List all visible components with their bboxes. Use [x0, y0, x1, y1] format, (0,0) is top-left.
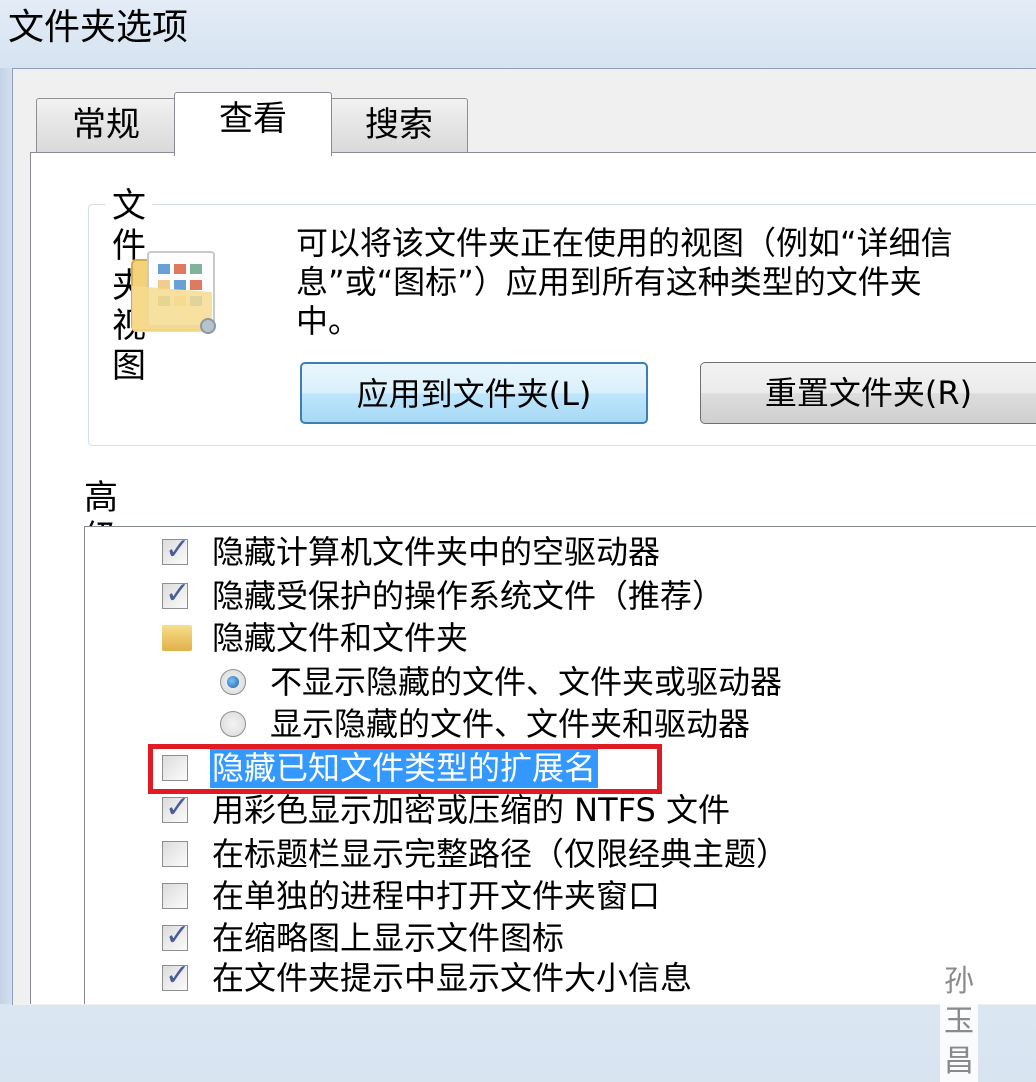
list-item-label: 隐藏计算机文件夹中的空驱动器 — [212, 533, 661, 571]
list-item-label: 在单独的进程中打开文件夹窗口 — [212, 877, 661, 915]
list-item-label: 在缩略图上显示文件图标 — [212, 919, 565, 957]
tab-search-label: 搜索 — [365, 105, 433, 145]
checkbox-checked[interactable]: ✓ — [162, 532, 190, 567]
description-line: 息”或“图标”）应用到所有这种类型的文件夹 — [296, 263, 922, 301]
apply-to-folders-button[interactable]: 应用到文件夹(L) — [300, 362, 648, 424]
title-bar: 文件夹选项 — [0, 0, 1036, 68]
description-line: 可以将该文件夹正在使用的视图（例如“详细信 — [296, 224, 953, 262]
tab-general-label: 常规 — [72, 105, 140, 145]
checkbox-checked[interactable]: ✓ — [162, 918, 190, 953]
list-item-label: 在标题栏显示完整路径（仅限经典主题） — [212, 835, 789, 873]
checkbox-unchecked[interactable] — [162, 883, 188, 909]
list-item-label: 不显示隐藏的文件、文件夹或驱动器 — [270, 663, 783, 701]
window-title: 文件夹选项 — [8, 7, 189, 48]
list-item-label: 显示隐藏的文件、文件夹和驱动器 — [270, 705, 751, 743]
window-frame — [0, 68, 12, 1004]
folder-icon — [162, 625, 192, 651]
tab-general[interactable]: 常规 — [36, 98, 176, 154]
checkbox-checked[interactable]: ✓ — [162, 958, 190, 993]
tab-view[interactable]: 查看 — [174, 92, 332, 156]
list-item-label: 用彩色显示加密或压缩的 NTFS 文件 — [212, 791, 730, 829]
list-item-label: 在文件夹提示中显示文件大小信息 — [212, 959, 693, 997]
tab-search[interactable]: 搜索 — [330, 98, 468, 154]
checkbox-unchecked[interactable] — [162, 841, 188, 867]
folder-views-description: 可以将该文件夹正在使用的视图（例如“详细信 息”或“图标”）应用到所有这种类型的… — [296, 224, 1036, 341]
checkbox-checked[interactable]: ✓ — [162, 576, 190, 611]
folder-views-icon — [131, 251, 216, 334]
annotation-highlight-box — [148, 744, 662, 794]
tab-view-label: 查看 — [219, 99, 287, 139]
radio-unselected[interactable] — [220, 711, 246, 737]
watermark-text: 孙玉昌 — [940, 962, 978, 1082]
radio-selected[interactable] — [220, 669, 246, 695]
list-item-label: 隐藏文件和文件夹 — [212, 619, 469, 657]
description-line: 中。 — [296, 302, 361, 340]
list-item-label: 隐藏受保护的操作系统文件（推荐） — [212, 577, 725, 615]
checkbox-checked[interactable]: ✓ — [162, 790, 190, 825]
reset-folders-button[interactable]: 重置文件夹(R) — [700, 362, 1036, 424]
